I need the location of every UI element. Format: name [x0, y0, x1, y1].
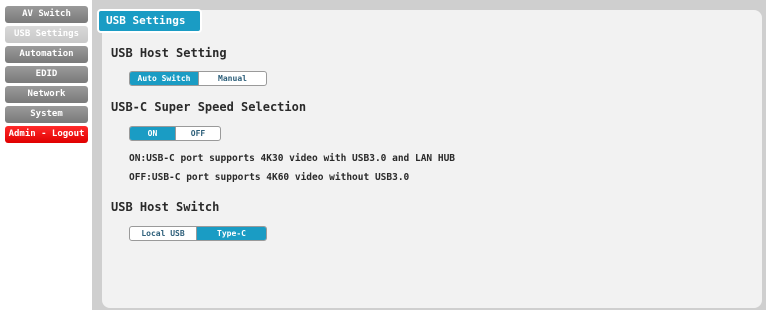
usbc-speed-title: USB-C Super Speed Selection [111, 100, 307, 114]
nav-automation[interactable]: Automation [5, 46, 88, 63]
usbc-on-description: ON:USB-C port supports 4K30 video with U… [129, 153, 456, 164]
on-button[interactable]: ON [130, 127, 175, 140]
manual-button[interactable]: Manual [198, 72, 266, 85]
nav-usb-settings[interactable]: USB Settings [5, 26, 88, 43]
usb-host-setting-title: USB Host Setting [111, 46, 227, 60]
usb-host-setting-toggle: Auto Switch Manual [129, 71, 267, 86]
usb-host-switch-title: USB Host Switch [111, 200, 220, 214]
page-title: USB Settings [97, 9, 202, 33]
auto-switch-button[interactable]: Auto Switch [130, 72, 198, 85]
usb-host-switch-toggle: Local USB Type-C [129, 226, 267, 241]
usbc-speed-toggle: ON OFF [129, 126, 221, 141]
type-c-button[interactable]: Type-C [196, 227, 266, 240]
nav-system[interactable]: System [5, 106, 88, 123]
sidebar: AV Switch USB Settings Automation EDID N… [0, 0, 92, 310]
nav-edid[interactable]: EDID [5, 66, 88, 83]
usbc-off-description: OFF:USB-C port supports 4K60 video witho… [129, 172, 410, 183]
off-button[interactable]: OFF [174, 127, 220, 140]
nav-admin-logout[interactable]: Admin - Logout [5, 126, 88, 143]
nav-network[interactable]: Network [5, 86, 88, 103]
nav-av-switch[interactable]: AV Switch [5, 6, 88, 23]
local-usb-button[interactable]: Local USB [130, 227, 196, 240]
